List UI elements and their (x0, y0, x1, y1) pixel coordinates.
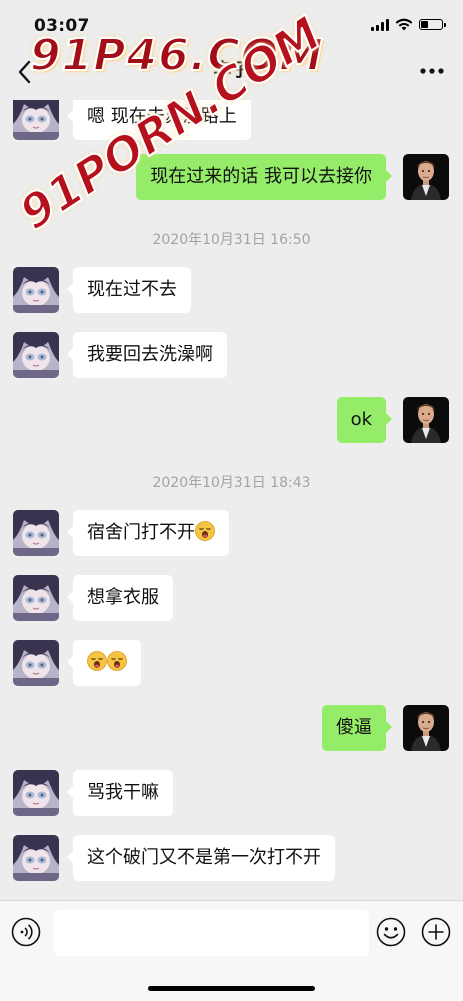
contact-avatar[interactable] (13, 510, 59, 556)
home-indicator (148, 986, 315, 991)
contact-avatar[interactable] (13, 575, 59, 621)
more-options-icon[interactable] (419, 66, 445, 76)
chat-message-list: 嗯 现在去苏溪路上 现在过来的话 我可以去接你 2020年10月31日 16:5… (0, 100, 463, 900)
message-text: 宿舍门打不开 (87, 522, 195, 543)
contact-avatar[interactable] (13, 770, 59, 816)
contact-avatar[interactable] (13, 267, 59, 313)
nav-bar: 李子 (0, 44, 463, 100)
message-bubble-outgoing[interactable]: 现在过来的话 我可以去接你 (136, 154, 392, 200)
contact-avatar[interactable] (13, 332, 59, 378)
contact-avatar[interactable] (13, 835, 59, 881)
message-bubble-incoming[interactable]: 想拿衣服 (67, 575, 173, 621)
message-text: 现在过不去 (87, 279, 177, 300)
message-bubble-incoming[interactable]: 骂我干嘛 (67, 770, 173, 816)
status-time: 03:07 (34, 16, 90, 36)
message-text: 我要回去洗澡啊 (87, 344, 213, 365)
yawning-face-emoji (195, 521, 215, 541)
contact-avatar[interactable] (13, 100, 59, 140)
contact-avatar[interactable] (13, 640, 59, 686)
cellular-signal-icon (371, 18, 389, 31)
yawning-face-emoji (107, 651, 127, 671)
battery-icon (419, 19, 446, 30)
self-avatar[interactable] (403, 397, 449, 443)
message-bubble-incoming[interactable]: 这个破门又不是第一次打不开 (67, 835, 335, 881)
message-text: 这个破门又不是第一次打不开 (87, 847, 321, 868)
message-bubble-incoming[interactable]: 现在过不去 (67, 267, 191, 313)
yawning-face-emoji (87, 651, 107, 671)
message-timestamp: 2020年10月31日 16:50 (152, 232, 311, 248)
message-text: ok (350, 409, 372, 430)
plus-icon[interactable] (421, 917, 451, 947)
message-bubble-incoming[interactable]: 我要回去洗澡啊 (67, 332, 227, 378)
message-bubble-incoming[interactable] (67, 640, 141, 686)
self-avatar[interactable] (403, 154, 449, 200)
message-bubble-incoming[interactable]: 嗯 现在去苏溪路上 (67, 100, 251, 140)
message-text: 嗯 现在去苏溪路上 (87, 106, 237, 127)
message-text: 骂我干嘛 (87, 782, 159, 803)
emoji-icon[interactable] (376, 917, 406, 947)
message-input[interactable] (54, 910, 369, 956)
message-bubble-incoming[interactable]: 宿舍门打不开 (67, 510, 229, 556)
wifi-icon (395, 18, 413, 31)
message-timestamp: 2020年10月31日 18:43 (152, 475, 311, 491)
self-avatar[interactable] (403, 705, 449, 751)
message-text: 傻逼 (336, 717, 372, 738)
message-bubble-outgoing[interactable]: 傻逼 (322, 705, 392, 751)
chat-title: 李子 (213, 60, 250, 81)
status-icons (371, 18, 446, 31)
voice-input-icon[interactable] (11, 917, 41, 947)
status-bar: 03:07 (0, 0, 463, 44)
message-bubble-outgoing[interactable]: ok (336, 397, 393, 443)
message-text: 现在过来的话 我可以去接你 (150, 166, 372, 187)
message-text: 想拿衣服 (87, 587, 159, 608)
